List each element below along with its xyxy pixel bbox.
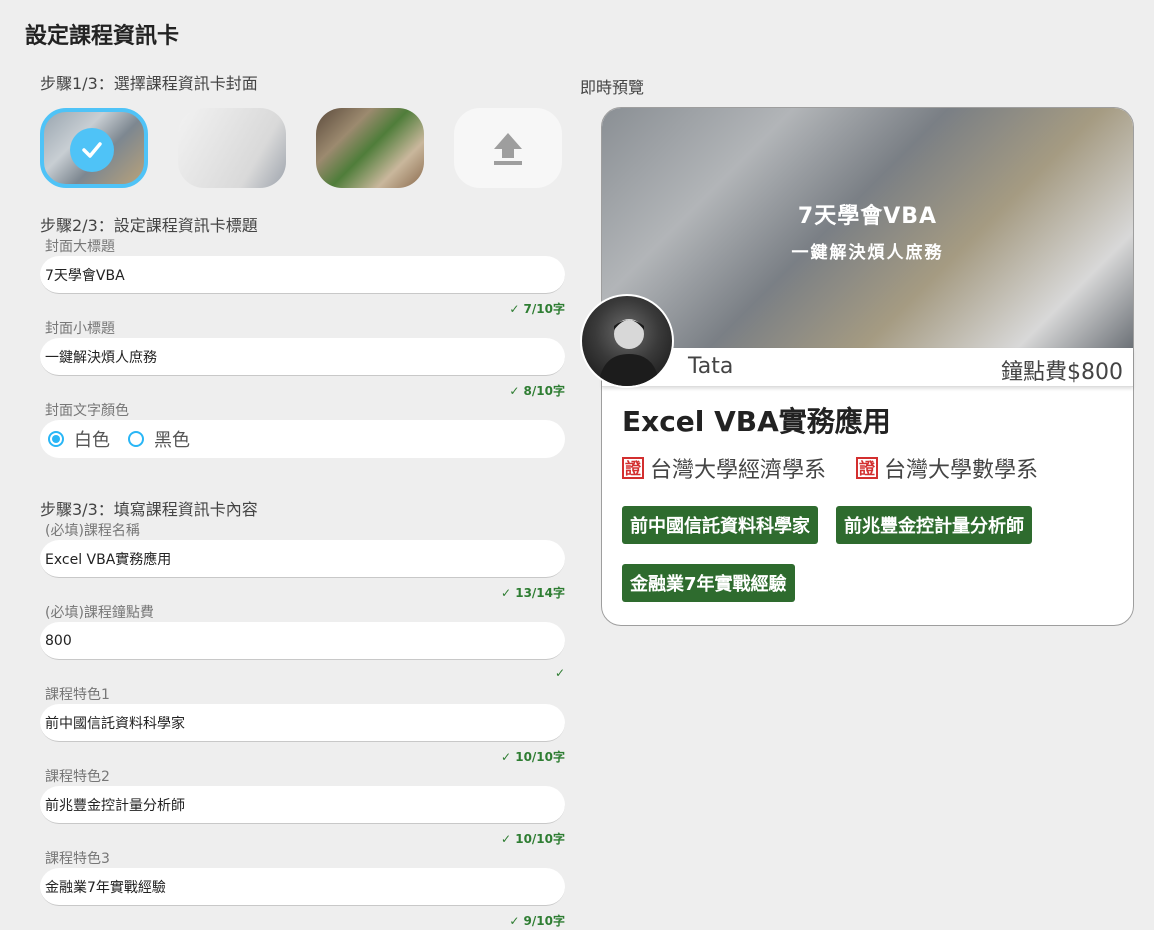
certificate-icon: 證 <box>856 457 879 479</box>
cover-subtitle-input[interactable] <box>40 338 565 376</box>
feature1-input[interactable] <box>40 704 565 742</box>
cover-subtitle-label: 封面小標題 <box>45 321 115 337</box>
card-cover-image: 7天學會VBA 一鍵解決煩人庶務 <box>602 108 1133 348</box>
card-cover-title: 7天學會VBA <box>797 204 938 229</box>
feature3-input[interactable] <box>40 868 565 906</box>
card-body: Excel VBA實務應用 證 台灣大學經濟學系 證 台灣大學數學系 前中國信託… <box>622 400 1113 602</box>
certificate-icon: 證 <box>622 457 644 479</box>
upload-icon <box>494 133 522 165</box>
color-white-option[interactable]: 白色 <box>48 426 110 452</box>
cover-color-group: 白色 黑色 <box>40 420 565 458</box>
teacher-avatar <box>580 294 674 388</box>
preview-label: 即時預覽 <box>580 78 645 97</box>
feature-tag: 金融業7年實戰經驗 <box>622 564 795 602</box>
radio-unselected-icon <box>128 431 144 447</box>
cover-option-2[interactable] <box>178 108 286 188</box>
feature-tags: 前中國信託資料科學家 前兆豐金控計量分析師 金融業7年實戰經驗 <box>622 506 1113 602</box>
cover-option-3[interactable] <box>316 108 424 188</box>
step1-label: 步驟1/3：選擇課程資訊卡封面 <box>40 74 258 93</box>
color-black-option[interactable]: 黑色 <box>128 426 190 452</box>
feature-tag: 前兆豐金控計量分析師 <box>836 506 1032 544</box>
course-fee-label: (必填)課程鐘點費 <box>45 605 154 621</box>
card-name-bar: Tata 鐘點費$800 <box>602 348 1133 387</box>
cert-text: 台灣大學數學系 <box>884 458 1039 483</box>
radio-selected-icon <box>48 431 64 447</box>
feature2-label: 課程特色2 <box>45 769 110 785</box>
course-fee-input[interactable] <box>40 622 565 660</box>
cert-list: 證 台灣大學經濟學系 證 台灣大學數學系 <box>622 452 1113 484</box>
feature3-label: 課程特色3 <box>45 851 110 867</box>
cover-subtitle-counter: ✓ 8/10字 <box>509 384 565 398</box>
cover-title-input[interactable] <box>40 256 565 294</box>
selected-check-icon <box>70 128 114 172</box>
step3-label: 步驟3/3：填寫課程資訊卡內容 <box>40 500 258 519</box>
upload-cover-button[interactable] <box>454 108 562 188</box>
card-price: 鐘點費$800 <box>1001 360 1123 385</box>
color-white-label: 白色 <box>74 430 110 451</box>
feature1-counter: ✓ 10/10字 <box>500 750 565 764</box>
cover-options <box>40 108 565 188</box>
feature2-input[interactable] <box>40 786 565 824</box>
step2-label: 步驟2/3：設定課程資訊卡標題 <box>40 216 258 235</box>
color-black-label: 黑色 <box>154 430 190 451</box>
cert-item: 證 台灣大學數學系 <box>856 452 1038 484</box>
card-course-name: Excel VBA實務應用 <box>622 405 891 438</box>
cover-title-label: 封面大標題 <box>45 239 115 255</box>
cover-option-1[interactable] <box>40 108 148 188</box>
page-title: 設定課程資訊卡 <box>25 24 180 49</box>
feature1-label: 課程特色1 <box>45 687 110 703</box>
course-card-preview: 7天學會VBA 一鍵解決煩人庶務 Tata 鐘點費$800 Excel VBA實… <box>580 107 1134 626</box>
settings-panel: 步驟1/3：選擇課程資訊卡封面 步驟2/3：設定課程資訊卡標題 封面大標題 ✓ … <box>40 70 565 930</box>
teacher-name: Tata <box>688 354 734 379</box>
feature2-counter: ✓ 10/10字 <box>500 832 565 846</box>
feature-tag: 前中國信託資料科學家 <box>622 506 818 544</box>
cover-color-label: 封面文字顏色 <box>45 403 129 419</box>
course-name-counter: ✓ 13/14字 <box>500 586 565 600</box>
course-fee-counter: ✓ <box>554 666 565 680</box>
cover-title-counter: ✓ 7/10字 <box>509 302 565 316</box>
course-name-input[interactable] <box>40 540 565 578</box>
course-name-label: (必填)課程名稱 <box>45 523 140 539</box>
cert-item: 證 台灣大學經濟學系 <box>622 452 826 484</box>
feature3-counter: ✓ 9/10字 <box>509 914 565 928</box>
card-cover-subtitle: 一鍵解決煩人庶務 <box>791 243 944 263</box>
cert-text: 台灣大學經濟學系 <box>650 458 827 483</box>
